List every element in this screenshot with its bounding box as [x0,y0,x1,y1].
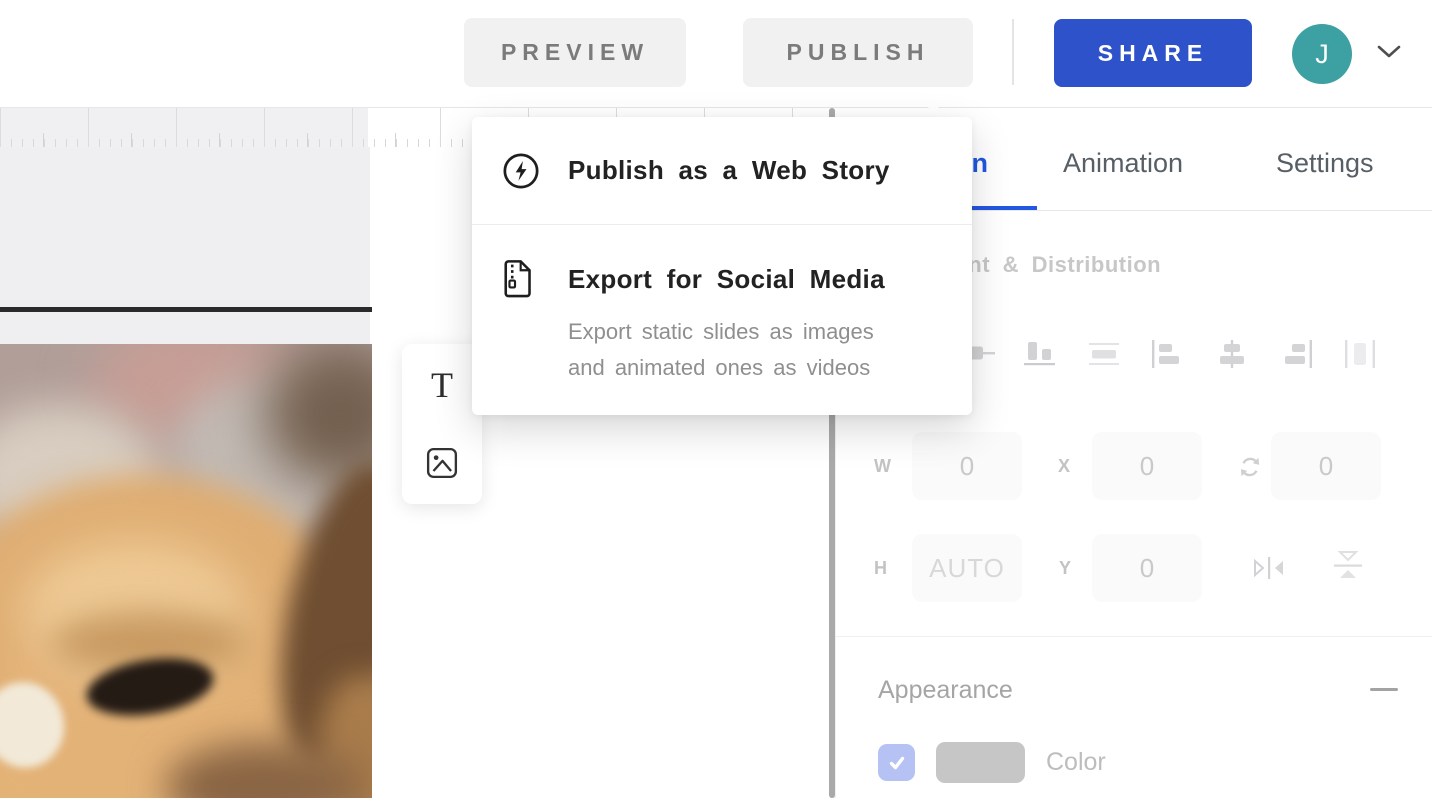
align-center-horizontal-button[interactable] [1212,334,1252,374]
collapse-section-button[interactable] [1370,688,1398,691]
top-bar: PREVIEW PUBLISH SHARE J [0,0,1432,108]
account-menu-button[interactable] [1376,44,1402,60]
publish-button[interactable]: PUBLISH [743,18,973,87]
menu-item-publish-web-story[interactable]: Publish as a Web Story [472,117,972,224]
align-left-button[interactable] [1148,334,1188,374]
story-editor-window: T Design Animation Settings Alignment & … [0,0,1432,798]
chevron-down-icon [1376,44,1402,60]
align-right-icon [1280,340,1312,368]
height-label: H [874,558,887,579]
flip-vertical-icon [1329,549,1367,583]
color-label: Color [1046,748,1106,777]
text-tool-button[interactable]: T [402,350,482,420]
top-bar-divider [1012,19,1014,85]
align-bottom-button[interactable] [1020,334,1060,374]
color-enabled-checkbox[interactable] [878,744,915,781]
align-bottom-icon [1022,341,1058,367]
color-swatch[interactable] [936,742,1025,783]
align-left-icon [1152,340,1184,368]
height-input[interactable]: AUTO [912,534,1022,602]
y-input[interactable]: 0 [1092,534,1202,602]
menu-item-export-social-media[interactable]: Export for Social Media Export static sl… [472,224,972,415]
distribute-vertical-icon [1088,341,1120,367]
flip-horizontal-icon [1250,555,1288,581]
share-button[interactable]: SHARE [1054,19,1252,87]
line-element[interactable] [0,307,372,312]
publish-menu: Publish as a Web Story Export for Social… [472,117,972,415]
y-label: Y [1059,558,1071,579]
lightning-circle-icon [502,152,540,190]
menu-item-title: Export for Social Media [568,264,885,295]
avatar[interactable]: J [1292,24,1352,84]
menu-item-title: Publish as a Web Story [568,155,890,186]
section-divider [836,636,1432,637]
tab-animation[interactable]: Animation [1063,148,1183,179]
preview-button[interactable]: PREVIEW [464,18,686,87]
zip-file-icon [502,259,534,299]
tab-settings[interactable]: Settings [1276,148,1374,179]
width-label: W [874,456,891,477]
rotation-input[interactable]: 0 [1271,432,1381,500]
align-center-horizontal-icon [1216,340,1248,368]
checkmark-icon [885,751,909,775]
flip-horizontal-button[interactable] [1250,554,1288,582]
dog-image-element[interactable] [0,344,372,798]
appearance-section-title: Appearance [878,676,1013,705]
image-icon [426,447,458,479]
image-tool-button[interactable] [402,428,482,498]
x-label: X [1058,456,1070,477]
menu-item-description-line2: and animated ones as videos [568,353,948,383]
rotate-button[interactable] [1236,453,1264,481]
text-tool-icon: T [431,364,453,406]
distribute-horizontal-icon [1345,340,1375,368]
align-right-button[interactable] [1276,334,1316,374]
x-input[interactable]: 0 [1092,432,1202,500]
quick-tools-card: T [402,344,482,504]
width-input[interactable]: 0 [912,432,1022,500]
menu-item-description-line1: Export static slides as images [568,317,948,347]
distribute-vertical-button[interactable] [1084,334,1124,374]
distribute-horizontal-button[interactable] [1340,334,1380,374]
rotate-icon [1237,454,1263,480]
flip-vertical-button[interactable] [1328,548,1368,584]
